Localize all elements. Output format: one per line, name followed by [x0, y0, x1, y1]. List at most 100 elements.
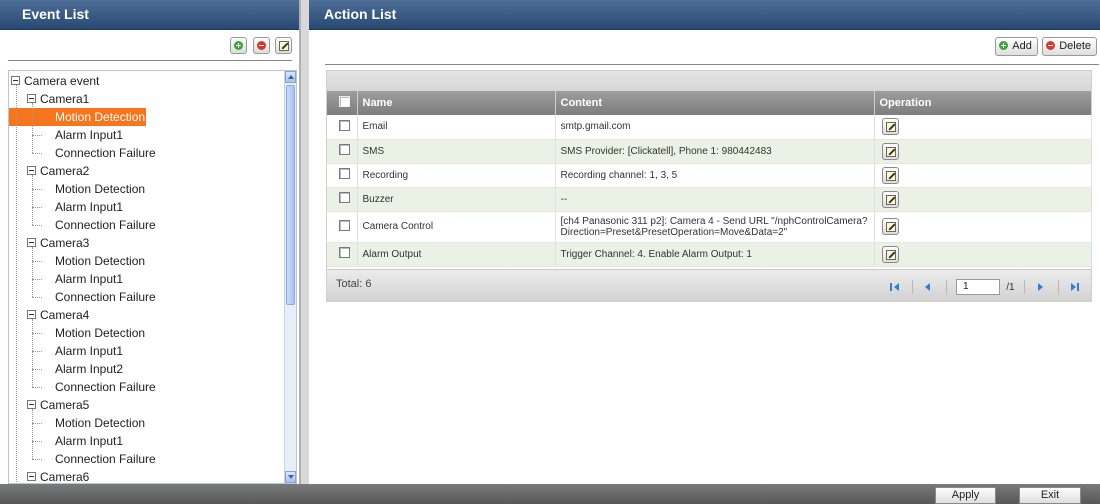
- event-list-panel: Event List Camera event Camera1 Motion Det…: [0, 0, 299, 484]
- tree-camera[interactable]: Camera1: [40, 90, 89, 108]
- select-all-checkbox[interactable]: [339, 96, 350, 107]
- row-select-cell: [327, 242, 358, 267]
- tree-event-motion-detection[interactable]: Motion Detection: [55, 324, 145, 342]
- edit-action-button[interactable]: [881, 190, 899, 208]
- collapse-toggle[interactable]: [11, 76, 20, 85]
- app-window: Event List Camera event Camera1 Motion Det…: [0, 0, 1100, 504]
- edit-icon: [885, 170, 896, 181]
- edit-action-button[interactable]: [881, 166, 899, 184]
- row-checkbox[interactable]: [339, 247, 350, 258]
- tree-event-alarm-input1[interactable]: Alarm Input1: [55, 198, 123, 216]
- edit-icon: [885, 249, 896, 260]
- table-row[interactable]: SMS SMS Provider: [Clickatell], Phone 1: …: [327, 139, 1092, 164]
- column-header-operation[interactable]: Operation: [874, 91, 1092, 115]
- row-checkbox[interactable]: [339, 168, 350, 179]
- delete-action-button[interactable]: Delete: [1042, 37, 1097, 56]
- row-checkbox[interactable]: [339, 144, 350, 155]
- pager: 1 /1: [883, 279, 1082, 295]
- tree-event-motion-detection[interactable]: Motion Detection: [55, 180, 145, 198]
- first-page-button[interactable]: [887, 280, 903, 294]
- tree-event-motion-detection[interactable]: Motion Detection: [55, 252, 145, 270]
- action-list-panel: Action List Add Delete Name Content Oper…: [309, 0, 1100, 484]
- edit-action-button[interactable]: [881, 118, 899, 136]
- tree-event-alarm-input1[interactable]: Alarm Input1: [55, 342, 123, 360]
- row-checkbox[interactable]: [339, 219, 350, 231]
- tree-event-alarm-input1[interactable]: Alarm Input1: [55, 270, 123, 288]
- tree-root[interactable]: Camera event: [24, 72, 99, 90]
- prev-page-button[interactable]: [920, 280, 936, 294]
- edit-icon: [885, 222, 896, 232]
- column-header-name[interactable]: Name: [357, 91, 556, 115]
- collapse-toggle[interactable]: [27, 94, 36, 103]
- tree-event-motion-detection[interactable]: Motion Detection: [9, 108, 146, 126]
- tree-camera[interactable]: Camera2: [40, 162, 89, 180]
- cell-content: smtp.gmail.com: [555, 115, 875, 140]
- tree-event-alarm-input1[interactable]: Alarm Input1: [55, 126, 123, 144]
- scroll-up-button[interactable]: [285, 71, 296, 83]
- collapse-toggle[interactable]: [27, 238, 36, 247]
- cell-name: Buzzer: [357, 187, 556, 212]
- tree-camera[interactable]: Camera6: [40, 468, 89, 483]
- tree-event-connection-failure[interactable]: Connection Failure: [55, 288, 156, 306]
- table-row[interactable]: Buzzer --: [327, 187, 1092, 212]
- column-header-content[interactable]: Content: [555, 91, 875, 115]
- edit-icon: [885, 146, 896, 157]
- cell-content: SMS Provider: [Clickatell], Phone 1: 980…: [555, 139, 875, 164]
- table-row[interactable]: Camera Control [ch4 Panasonic 311 p2]: Ca…: [327, 211, 1092, 243]
- exit-button[interactable]: Exit: [1019, 487, 1081, 504]
- tree-camera[interactable]: Camera4: [40, 306, 89, 324]
- edit-event-button[interactable]: [275, 37, 292, 54]
- next-page-button[interactable]: [1032, 280, 1048, 294]
- table-row[interactable]: Email smtp.gmail.com: [327, 115, 1092, 140]
- pager-separator: [911, 280, 913, 294]
- collapse-toggle[interactable]: [27, 310, 36, 319]
- total-count: Total: 6: [336, 278, 372, 290]
- tree-event-alarm-input1[interactable]: Alarm Input1: [55, 432, 123, 450]
- tree-scrollbar[interactable]: [284, 71, 296, 483]
- first-page-icon: [889, 283, 892, 291]
- cell-name: Recording: [357, 163, 556, 188]
- remove-icon: [256, 41, 266, 50]
- last-page-button[interactable]: [1066, 280, 1082, 294]
- delete-icon: [1046, 41, 1056, 50]
- remove-event-button[interactable]: [252, 37, 270, 54]
- edit-action-button[interactable]: [881, 218, 899, 235]
- event-tree-content: Camera event Camera1 Motion Detection Alarm…: [9, 71, 284, 483]
- tree-event-connection-failure[interactable]: Connection Failure: [55, 216, 156, 234]
- action-toolbar: Add Delete: [994, 37, 1097, 56]
- tree-event-connection-failure[interactable]: Connection Failure: [55, 378, 156, 396]
- page-input[interactable]: 1: [955, 279, 1000, 295]
- pager-separator: [945, 280, 947, 294]
- scroll-thumb[interactable]: [286, 85, 295, 305]
- table-row[interactable]: Alarm Output Trigger Channel: 4. Enable A…: [327, 242, 1092, 267]
- select-all-cell: [327, 91, 358, 115]
- apply-button[interactable]: Apply: [935, 487, 996, 504]
- scroll-down-button[interactable]: [285, 471, 296, 483]
- page-count: /1: [1006, 281, 1015, 293]
- tree-event-connection-failure[interactable]: Connection Failure: [55, 450, 156, 468]
- tree-event-motion-detection[interactable]: Motion Detection: [55, 414, 145, 432]
- next-page-icon: [1038, 283, 1044, 291]
- row-checkbox[interactable]: [339, 119, 350, 131]
- panel-splitter[interactable]: [299, 0, 309, 484]
- edit-action-button[interactable]: [881, 142, 899, 160]
- add-event-button[interactable]: [230, 37, 248, 54]
- prev-page-icon: [925, 283, 931, 291]
- collapse-toggle[interactable]: [27, 166, 36, 175]
- tree-camera[interactable]: Camera3: [40, 234, 89, 252]
- table-row[interactable]: Recording Recording channel: 1, 3, 5: [327, 163, 1092, 188]
- tree-camera[interactable]: Camera5: [40, 396, 89, 414]
- collapse-toggle[interactable]: [27, 472, 36, 481]
- event-toolbar: [0, 30, 299, 54]
- add-action-button[interactable]: Add: [995, 37, 1038, 56]
- tree-event-connection-failure[interactable]: Connection Failure: [55, 144, 156, 162]
- collapse-toggle[interactable]: [27, 400, 36, 409]
- cell-operation: [874, 115, 1092, 140]
- cell-content: Recording channel: 1, 3, 5: [555, 163, 875, 188]
- row-select-cell: [327, 139, 358, 164]
- tree-event-alarm-input2[interactable]: Alarm Input2: [55, 360, 123, 378]
- event-list-title: Event List: [0, 0, 299, 30]
- cell-name: Alarm Output: [357, 242, 556, 267]
- edit-action-button[interactable]: [881, 245, 899, 263]
- row-checkbox[interactable]: [339, 192, 350, 203]
